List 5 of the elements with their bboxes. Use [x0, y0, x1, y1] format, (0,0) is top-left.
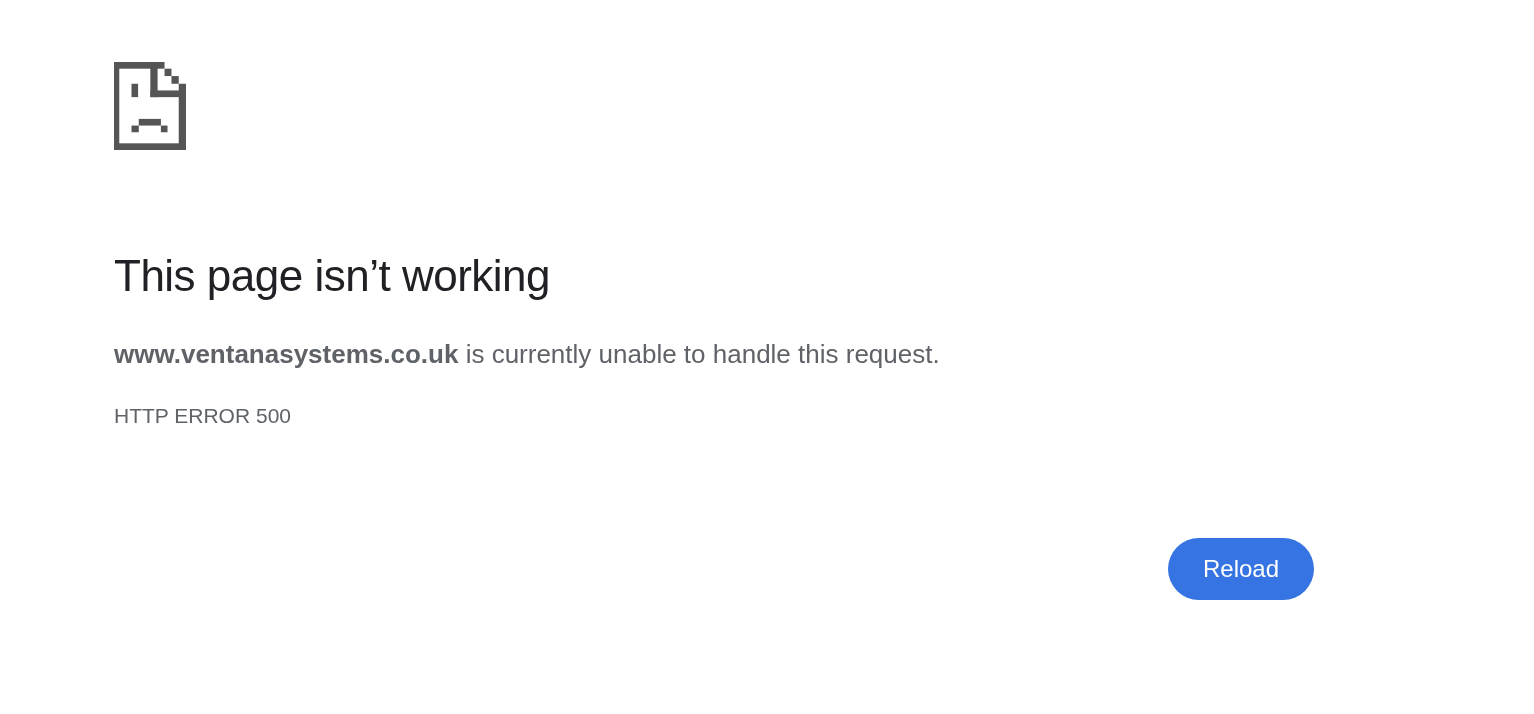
- error-message: www.ventanasystems.co.uk is currently unable to handle this request.: [114, 338, 941, 371]
- sad-page-icon: [114, 62, 186, 150]
- error-code: HTTP ERROR 500: [114, 403, 292, 429]
- reload-button[interactable]: Reload: [1168, 538, 1314, 600]
- error-heading: This page isn’t working: [114, 250, 552, 302]
